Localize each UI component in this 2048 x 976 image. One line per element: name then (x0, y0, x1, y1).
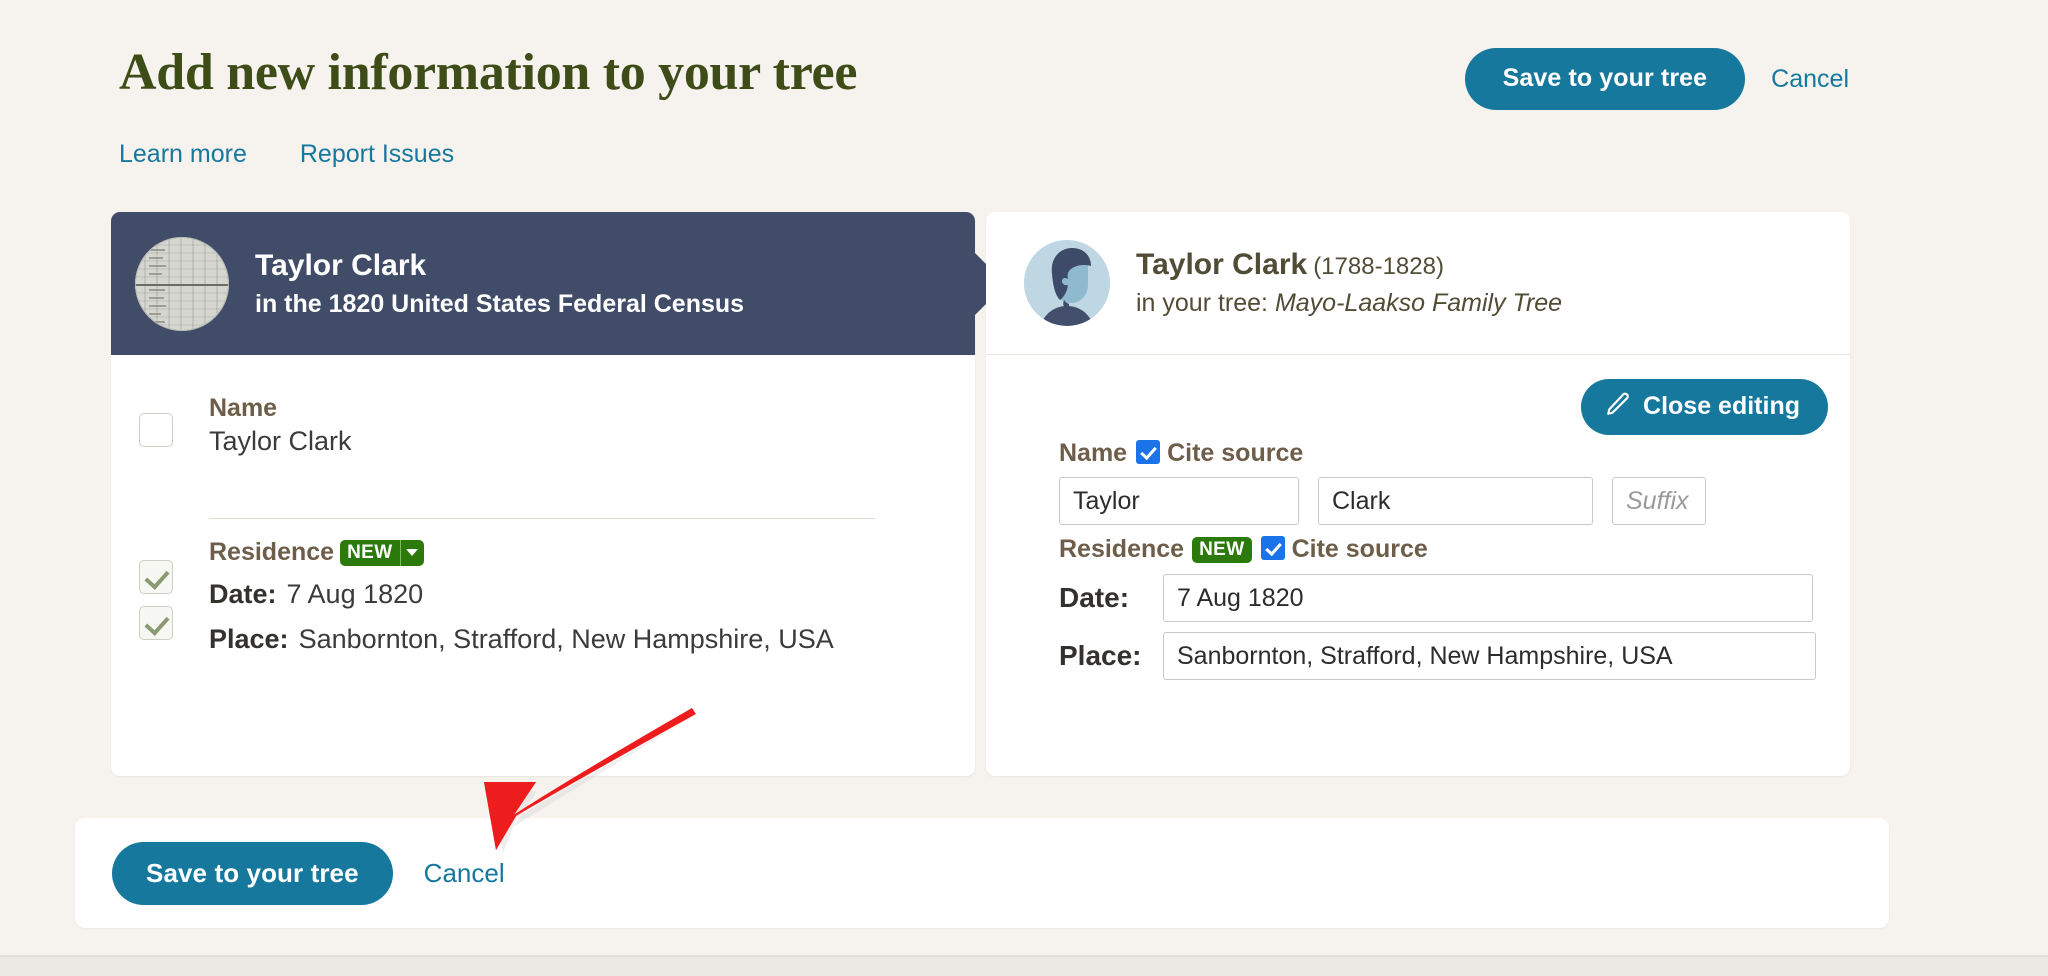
name-row-checkbox[interactable] (139, 413, 173, 447)
learn-more-link[interactable]: Learn more (119, 142, 247, 167)
source-card-divider (209, 518, 875, 519)
page-root: Add new information to your tree Save to… (0, 0, 2048, 976)
tree-new-badge: NEW (1192, 536, 1252, 563)
source-person-name: Taylor Clark (255, 248, 427, 282)
source-name-label: Name (209, 394, 278, 422)
source-place-key: Place: (209, 624, 289, 654)
person-silhouette-avatar-icon (1024, 240, 1110, 326)
residence-date-checkbox[interactable] (139, 560, 173, 594)
residence-cite-source-label: Cite source (1291, 535, 1428, 563)
tree-card-header-text: Taylor Clark (1788-1828) in your tree: Ma… (1136, 246, 1562, 320)
pencil-icon (1605, 391, 1631, 422)
source-place-value: Sanbornton, Strafford, New Hampshire, US… (298, 624, 834, 654)
residence-place-checkbox[interactable] (139, 606, 173, 640)
residence-cite-source-checkbox[interactable] (1260, 536, 1285, 560)
comparison-cards: Taylor Clark in the 1820 United States F… (111, 212, 1850, 776)
tree-date-key: Date: (1059, 582, 1130, 613)
tree-person-name: Taylor Clark (1136, 248, 1308, 281)
footer-strip (0, 957, 2048, 976)
source-card-header: Taylor Clark in the 1820 United States F… (111, 212, 975, 355)
tree-name-heading: Name Cite source (1059, 439, 1706, 468)
tree-new-badge-text: NEW (1199, 539, 1245, 560)
source-residence-block: Residence NEW Date: 7 Aug 1820 Place: San… (209, 537, 834, 657)
tree-card-header: Taylor Clark (1788-1828) in your tree: Ma… (986, 212, 1850, 355)
tree-person-card: Taylor Clark (1788-1828) in your tree: Ma… (986, 212, 1850, 776)
tree-name-value: Mayo-Laakso Family Tree (1274, 289, 1563, 317)
tree-residence-heading: Residence NEW Cite source (1059, 535, 1816, 564)
source-date-row: Date: 7 Aug 1820 (209, 576, 834, 612)
save-to-tree-button-top[interactable]: Save to your tree (1464, 48, 1746, 110)
source-record-title: in the 1820 United States Federal Census (255, 289, 745, 318)
page-title: Add new information to your tree (119, 44, 858, 101)
report-issues-link[interactable]: Report Issues (300, 142, 454, 167)
tree-residence-label: Residence (1059, 535, 1185, 563)
bottom-action-bar: Save to your tree Cancel (75, 818, 1889, 928)
close-editing-button[interactable]: Close editing (1581, 379, 1828, 435)
new-badge-with-dropdown[interactable]: NEW (340, 539, 424, 566)
tree-name-section: Name Cite source (1059, 439, 1706, 525)
tree-residence-section: Residence NEW Cite source Date: Place: (1059, 535, 1816, 680)
tree-name-label: Name (1059, 439, 1128, 467)
chevron-down-icon[interactable] (399, 539, 424, 566)
tree-name-inputs (1059, 477, 1706, 525)
new-badge-text: NEW (347, 542, 393, 563)
source-date-value: 7 Aug 1820 (286, 579, 424, 609)
tree-place-row: Place: (1059, 632, 1816, 680)
tree-person-life-years: (1788-1828) (1313, 253, 1444, 280)
source-residence-label: Residence (209, 538, 335, 566)
source-date-key: Date: (209, 579, 277, 609)
source-name-block: Name Taylor Clark (209, 393, 352, 459)
tree-place-key: Place: (1059, 640, 1142, 671)
cancel-link-bottom[interactable]: Cancel (424, 860, 505, 886)
source-place-row: Place: Sanbornton, Strafford, New Hampsh… (209, 621, 834, 657)
tree-name-row: in your tree: Mayo-Laakso Family Tree (1136, 286, 1562, 320)
first-name-input[interactable] (1059, 477, 1299, 525)
source-card-header-text: Taylor Clark in the 1820 United States F… (255, 246, 744, 322)
tree-person-name-row: Taylor Clark (1788-1828) (1136, 246, 1562, 286)
tree-name-prefix: in your tree: (1136, 289, 1275, 317)
page-header: Add new information to your tree Save to… (119, 42, 1849, 114)
subnav: Learn more Report Issues (119, 142, 454, 167)
close-editing-label: Close editing (1643, 392, 1800, 420)
source-record-card: Taylor Clark in the 1820 United States F… (111, 212, 975, 776)
residence-place-input[interactable] (1163, 632, 1816, 680)
last-name-input[interactable] (1318, 477, 1593, 525)
tree-date-row: Date: (1059, 574, 1816, 622)
census-document-thumbnail-icon (135, 236, 229, 331)
residence-date-input[interactable] (1163, 574, 1813, 622)
cancel-link-top[interactable]: Cancel (1771, 66, 1849, 92)
save-to-tree-button-bottom[interactable]: Save to your tree (112, 841, 393, 905)
suffix-input[interactable] (1612, 477, 1706, 525)
name-cite-source-checkbox[interactable] (1136, 440, 1161, 464)
name-cite-source-label: Cite source (1167, 439, 1304, 467)
source-name-value: Taylor Clark (209, 426, 352, 456)
header-actions: Save to your tree Cancel (1464, 48, 1849, 110)
source-residence-heading: Residence NEW (209, 537, 834, 567)
